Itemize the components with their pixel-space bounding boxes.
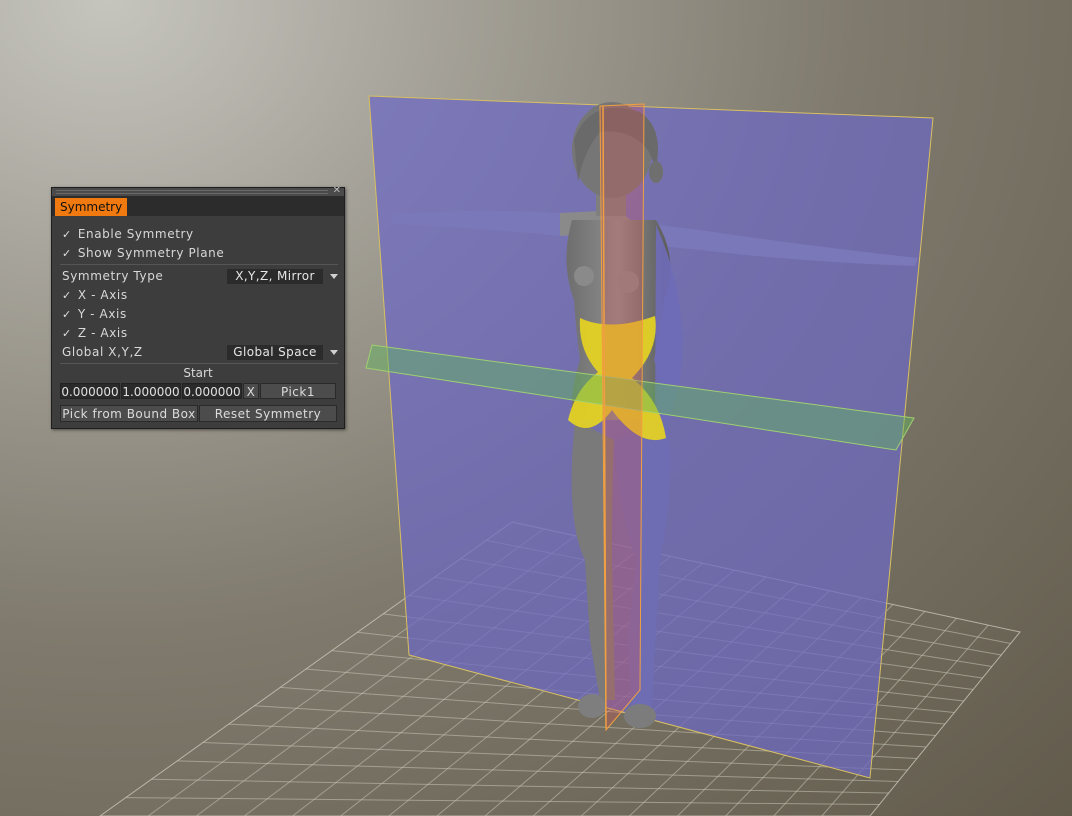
divider: [60, 264, 338, 265]
checkmark-icon: ✓: [62, 308, 72, 321]
pick1-button[interactable]: Pick1: [260, 383, 336, 399]
enable-symmetry-checkbox[interactable]: ✓ Enable Symmetry: [62, 226, 194, 242]
z-axis-checkbox[interactable]: ✓ Z - Axis: [62, 325, 128, 341]
show-plane-label: Show Symmetry Plane: [77, 246, 225, 260]
pick-bound-box-button[interactable]: Pick from Bound Box: [60, 405, 198, 422]
global-space-dropdown[interactable]: Global Space: [227, 345, 323, 360]
x-axis-checkbox[interactable]: ✓ X - Axis: [62, 287, 128, 303]
x-button[interactable]: X: [243, 383, 259, 399]
z-axis-label: Z - Axis: [77, 326, 128, 340]
close-icon[interactable]: ✕: [333, 185, 341, 196]
checkmark-icon: ✓: [62, 327, 72, 340]
enable-symmetry-label: Enable Symmetry: [77, 227, 194, 241]
start-x-field[interactable]: 0.000000: [60, 383, 120, 399]
symmetry-panel: ✕ Symmetry ✓ Enable Symmetry ✓ Show Symm…: [51, 185, 345, 429]
divider: [60, 363, 338, 364]
symmetry-type-dropdown[interactable]: X,Y,Z, Mirror: [227, 269, 323, 284]
checkmark-icon: ✓: [62, 289, 72, 302]
reset-symmetry-button[interactable]: Reset Symmetry: [199, 405, 337, 422]
checkmark-icon: ✓: [62, 247, 72, 260]
dropdown-arrow-icon[interactable]: [330, 274, 338, 279]
y-axis-label: Y - Axis: [77, 307, 127, 321]
start-label: Start: [183, 366, 213, 380]
x-axis-label: X - Axis: [77, 288, 128, 302]
y-axis-checkbox[interactable]: ✓ Y - Axis: [62, 306, 127, 322]
show-plane-checkbox[interactable]: ✓ Show Symmetry Plane: [62, 245, 224, 261]
start-y-field[interactable]: 1.000000: [121, 383, 181, 399]
dropdown-arrow-icon[interactable]: [330, 350, 338, 355]
symmetry-plane-z: [599, 103, 645, 732]
checkmark-icon: ✓: [62, 228, 72, 241]
global-xyz-label: Global X,Y,Z: [62, 345, 143, 359]
tab-symmetry[interactable]: Symmetry: [55, 198, 128, 216]
start-z-field[interactable]: 0.000000: [182, 383, 242, 399]
symmetry-type-label: Symmetry Type: [62, 269, 164, 283]
panel-tab-strip: Symmetry: [52, 196, 344, 216]
